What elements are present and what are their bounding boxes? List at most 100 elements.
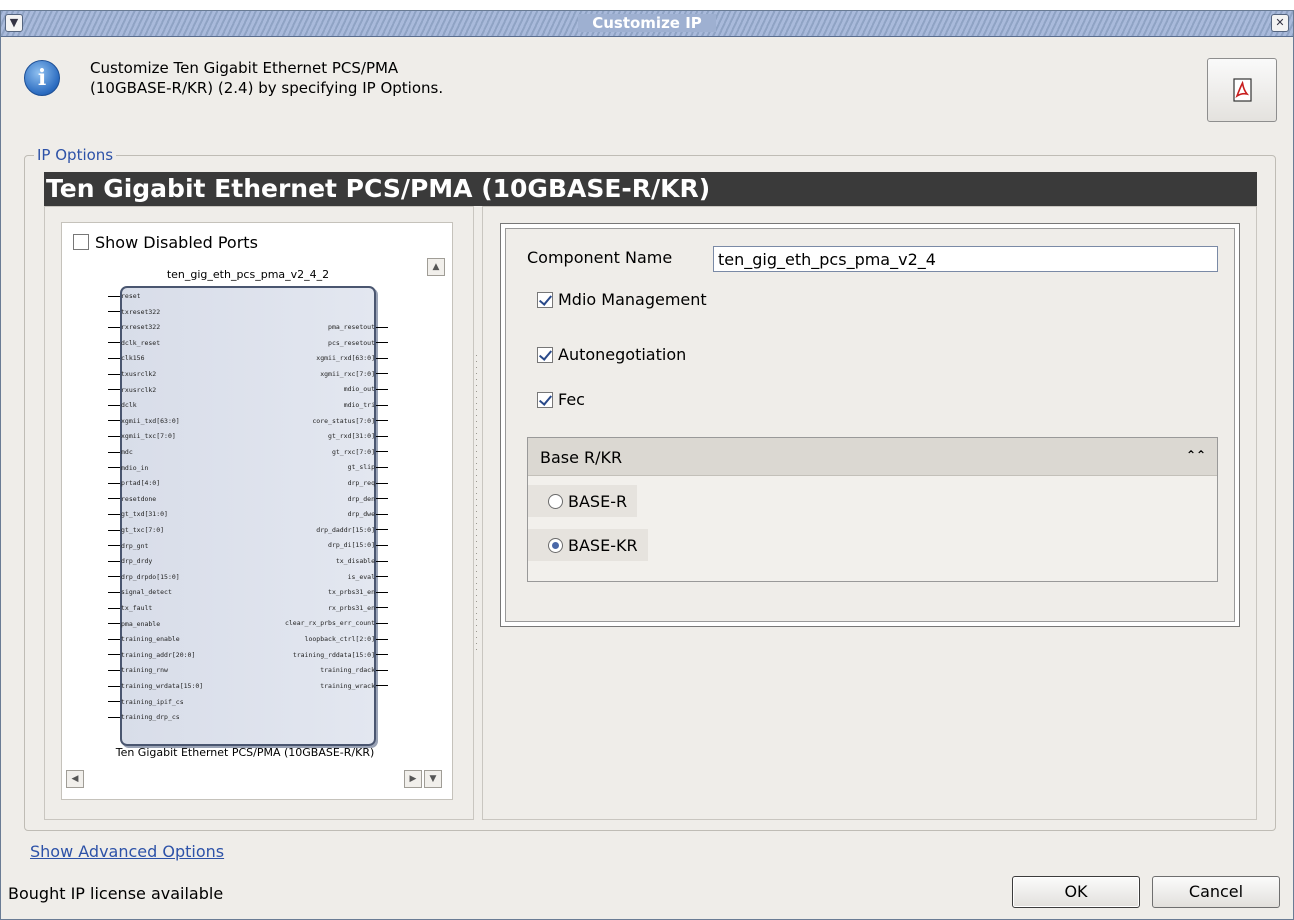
input-port: resetdone bbox=[108, 495, 156, 503]
output-port: clear_rx_prbs_err_count bbox=[285, 619, 388, 627]
show-disabled-ports-checkbox[interactable]: Show Disabled Ports bbox=[73, 231, 258, 253]
output-port: drp_den bbox=[348, 495, 388, 503]
output-port: mdio_tri bbox=[344, 401, 388, 409]
input-port: drp_drpdo[15:0] bbox=[108, 573, 180, 581]
input-port: xgmii_txc[7:0] bbox=[108, 432, 176, 440]
output-port: gt_rxd[31:0] bbox=[328, 432, 388, 440]
mdio-management-box[interactable] bbox=[537, 291, 553, 308]
output-port: tx_disable bbox=[336, 557, 388, 565]
autonegotiation-box[interactable] bbox=[537, 346, 553, 363]
input-port: reset bbox=[108, 292, 141, 300]
scroll-down-button[interactable]: ▼ bbox=[424, 770, 442, 788]
documentation-button[interactable] bbox=[1207, 58, 1277, 122]
ip-options-legend: IP Options bbox=[34, 146, 117, 164]
panel-splitter[interactable] bbox=[474, 355, 480, 655]
output-port: is_eval bbox=[348, 573, 388, 581]
ip-banner-title: Ten Gigabit Ethernet PCS/PMA (10GBASE-R/… bbox=[44, 172, 1257, 206]
input-port: mdc bbox=[108, 448, 133, 456]
ip-block-title: ten_gig_eth_pcs_pma_v2_4_2 bbox=[166, 268, 330, 281]
input-port: mdio_in bbox=[108, 464, 148, 472]
output-port: pma_resetout bbox=[328, 323, 388, 331]
arrow-left-icon: ◀ bbox=[71, 774, 79, 784]
output-port: rx_prbs31_en bbox=[328, 604, 388, 612]
close-icon: ✕ bbox=[1275, 16, 1285, 29]
output-port: core_status[7:0] bbox=[312, 417, 388, 425]
base-r-label: BASE-R bbox=[568, 491, 628, 511]
input-port: txreset322 bbox=[108, 308, 160, 316]
input-port: rxusrclk2 bbox=[108, 386, 156, 394]
base-kr-radio-circle[interactable] bbox=[548, 537, 563, 553]
component-name-label: Component Name bbox=[527, 248, 673, 267]
output-port: training_wrack bbox=[320, 682, 388, 690]
mdio-management-label: Mdio Management bbox=[558, 290, 707, 309]
output-port: xgmii_rxc[7:0] bbox=[320, 370, 388, 378]
fec-label: Fec bbox=[558, 390, 585, 409]
output-port: pcs_resetout bbox=[328, 339, 388, 347]
output-port: drp_dwe bbox=[348, 510, 388, 518]
header-description: Customize Ten Gigabit Ethernet PCS/PMA (… bbox=[90, 59, 444, 97]
show-advanced-options-link[interactable]: Show Advanced Options bbox=[30, 842, 224, 861]
output-port: loopback_ctrl[2:0] bbox=[305, 635, 388, 643]
arrow-right-icon: ▶ bbox=[409, 774, 417, 784]
show-disabled-ports-label: Show Disabled Ports bbox=[95, 232, 258, 252]
output-port: tx_prbs31_en bbox=[328, 588, 388, 596]
base-r-kr-group-title: Base R/KR bbox=[540, 448, 623, 467]
scroll-up-button[interactable]: ▲ bbox=[427, 258, 445, 276]
input-port: gt_txc[7:0] bbox=[108, 526, 164, 534]
autonegotiation-checkbox[interactable]: Autonegotiation bbox=[537, 345, 686, 364]
fec-checkbox[interactable]: Fec bbox=[537, 390, 585, 409]
input-port: tx_fault bbox=[108, 604, 152, 612]
base-kr-label: BASE-KR bbox=[568, 535, 638, 555]
fec-box[interactable] bbox=[537, 391, 553, 408]
input-port: clk156 bbox=[108, 354, 144, 362]
horizontal-scrollbar[interactable]: ◀ ▶ ▼ bbox=[66, 770, 442, 788]
ip-block-caption: Ten Gigabit Ethernet PCS/PMA (10GBASE-R/… bbox=[115, 746, 375, 759]
license-status-text: Bought IP license available bbox=[8, 884, 224, 903]
input-port: training_rnw bbox=[108, 666, 168, 674]
mdio-management-checkbox[interactable]: Mdio Management bbox=[537, 290, 707, 309]
input-port: prtad[4:0] bbox=[108, 479, 160, 487]
title-bar[interactable]: ▼ Customize IP ✕ bbox=[1, 11, 1293, 37]
arrow-down-icon: ▼ bbox=[429, 774, 437, 784]
window-close-button[interactable]: ✕ bbox=[1271, 14, 1289, 32]
base-r-radio[interactable]: BASE-R bbox=[528, 485, 638, 517]
output-port: training_rdack bbox=[320, 666, 388, 674]
double-chevron-up-icon[interactable]: ⌃⌃ bbox=[1186, 448, 1206, 462]
vertical-scrollbar[interactable]: ▲ bbox=[427, 258, 445, 768]
input-port: signal_detect bbox=[108, 588, 172, 596]
cancel-button[interactable]: Cancel bbox=[1152, 876, 1280, 908]
input-port: gt_txd[31:0] bbox=[108, 510, 168, 518]
output-port: gt_rxc[7:0] bbox=[332, 448, 388, 456]
output-port: mdio_out bbox=[344, 385, 388, 393]
show-disabled-ports-box[interactable] bbox=[73, 234, 89, 250]
input-port: training_drp_cs bbox=[108, 713, 180, 721]
input-port: dclk bbox=[108, 401, 137, 409]
output-port: xgmii_rxd[63:0] bbox=[316, 354, 388, 362]
scroll-right-button[interactable]: ▶ bbox=[404, 770, 422, 788]
input-port: training_addr[20:0] bbox=[108, 651, 195, 659]
autonegotiation-label: Autonegotiation bbox=[558, 345, 687, 364]
output-port: drp_daddr[15:0] bbox=[316, 526, 388, 534]
window-title: Customize IP bbox=[578, 14, 716, 32]
base-kr-radio[interactable]: BASE-KR bbox=[528, 529, 648, 561]
output-port: drp_di[15:0] bbox=[328, 541, 388, 549]
output-port: gt_slip bbox=[348, 463, 388, 471]
input-port: training_wrdata[15:0] bbox=[108, 682, 203, 690]
input-port: training_enable bbox=[108, 635, 180, 643]
input-port: txusrclk2 bbox=[108, 370, 156, 378]
base-r-radio-circle[interactable] bbox=[548, 493, 563, 509]
scroll-left-button[interactable]: ◀ bbox=[66, 770, 84, 788]
input-port: pma_enable bbox=[108, 620, 160, 628]
input-port: dclk_reset bbox=[108, 339, 160, 347]
info-icon: i bbox=[24, 60, 60, 96]
input-port: drp_drdy bbox=[108, 557, 152, 565]
component-name-input[interactable] bbox=[713, 246, 1218, 272]
input-port: training_ipif_cs bbox=[108, 698, 184, 706]
base-r-kr-group-header[interactable] bbox=[528, 438, 1217, 476]
pdf-icon bbox=[1233, 78, 1252, 102]
output-port: drp_req bbox=[348, 479, 388, 487]
ok-button[interactable]: OK bbox=[1012, 876, 1140, 908]
input-port: rxreset322 bbox=[108, 323, 160, 331]
input-port: drp_gnt bbox=[108, 542, 148, 550]
input-port: xgmii_txd[63:0] bbox=[108, 417, 180, 425]
